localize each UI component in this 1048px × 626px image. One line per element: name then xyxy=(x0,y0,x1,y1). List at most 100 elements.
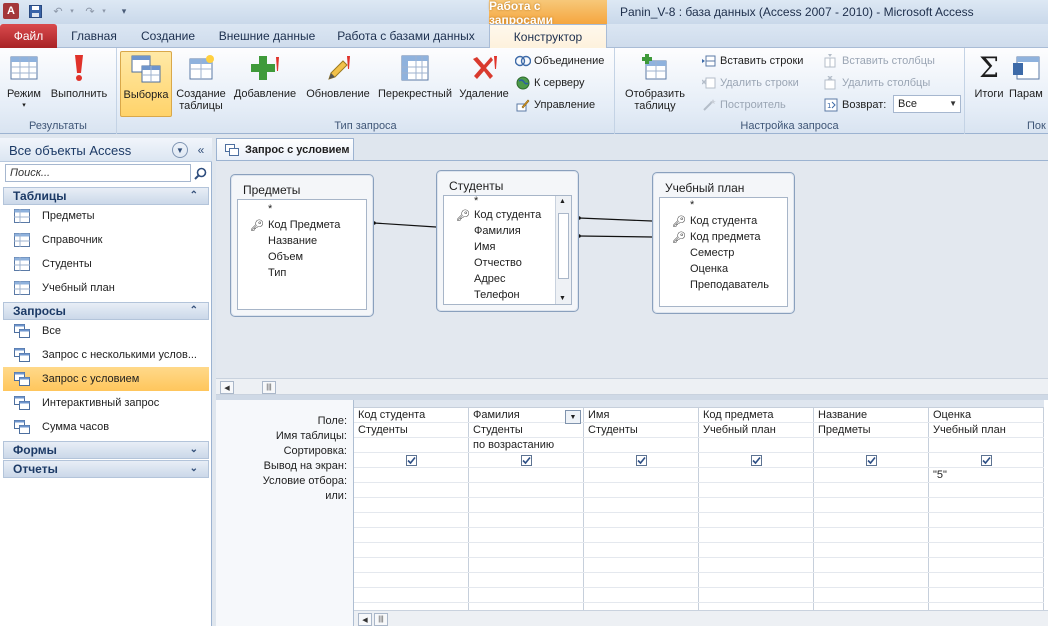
grid-cell-sort[interactable] xyxy=(584,438,699,453)
nav-item-table-studenty[interactable]: Студенты xyxy=(3,252,209,276)
nav-collapse-icon[interactable]: « xyxy=(193,142,209,158)
field-item[interactable]: Телефон xyxy=(474,287,520,303)
grid-cell-field[interactable]: Название xyxy=(814,408,929,423)
grid-cell-show[interactable] xyxy=(814,453,929,468)
pass-through-button[interactable]: К серверу xyxy=(515,73,585,93)
nav-search-input[interactable]: Поиск... xyxy=(5,164,191,182)
grid-cell-empty[interactable] xyxy=(929,513,1044,528)
field-dropdown-button[interactable]: ▼ xyxy=(565,410,581,424)
grid-cell-empty[interactable] xyxy=(929,543,1044,558)
tab-file[interactable]: Файл xyxy=(0,24,57,48)
grid-cell-empty[interactable] xyxy=(469,513,584,528)
grid-cell-sort[interactable] xyxy=(699,438,814,453)
append-query-button[interactable]: Добавление xyxy=(230,51,300,117)
field-item[interactable]: Отчество xyxy=(474,255,522,271)
grid-cell-table[interactable]: Учебный план xyxy=(699,423,814,438)
crosstab-query-button[interactable]: Перекрестный xyxy=(375,51,455,117)
grid-cell-empty[interactable] xyxy=(469,558,584,573)
grid-cell-empty[interactable] xyxy=(354,528,469,543)
grid-cell-empty[interactable] xyxy=(699,573,814,588)
nav-section-reports[interactable]: Отчеты ⌄ xyxy=(3,460,209,478)
insert-columns-button[interactable]: Вставить столбцы xyxy=(823,51,935,71)
delete-columns-button[interactable]: Удалить столбцы xyxy=(823,73,930,93)
column-selector[interactable] xyxy=(699,400,814,408)
field-item[interactable]: Тип xyxy=(268,265,286,281)
grid-cell-empty[interactable] xyxy=(929,573,1044,588)
grid-cell-table[interactable]: Студенты xyxy=(354,423,469,438)
column-selector[interactable] xyxy=(469,400,584,408)
field-item[interactable]: Адрес xyxy=(474,271,506,287)
grid-cell-empty[interactable] xyxy=(584,588,699,603)
nav-section-tables[interactable]: Таблицы ⌃ xyxy=(3,187,209,205)
field-item[interactable]: * xyxy=(268,201,272,217)
nav-item-query-condition[interactable]: Запрос с условием xyxy=(3,367,209,391)
grid-cell-empty[interactable] xyxy=(584,543,699,558)
data-definition-button[interactable]: Управление xyxy=(515,95,595,115)
field-item[interactable]: 🔑︎ Код Предмета xyxy=(250,217,340,233)
grid-cell-empty[interactable] xyxy=(584,513,699,528)
grid-cell-empty[interactable] xyxy=(469,588,584,603)
nav-item-table-predmety[interactable]: Предметы xyxy=(3,204,209,228)
grid-cell-show[interactable] xyxy=(584,453,699,468)
show-checkbox[interactable] xyxy=(751,454,762,466)
return-select[interactable]: Все ▼ xyxy=(893,95,961,113)
grid-cell-empty[interactable] xyxy=(699,543,814,558)
grid-cell-empty[interactable] xyxy=(814,498,929,513)
designer-horizontal-scrollbar[interactable]: ◀ ||| xyxy=(216,378,1048,395)
grid-cell-empty[interactable] xyxy=(584,573,699,588)
grid-cell-empty[interactable] xyxy=(929,588,1044,603)
column-selector[interactable] xyxy=(354,400,469,408)
grid-cell-empty[interactable] xyxy=(354,498,469,513)
scroll-thumb[interactable]: ||| xyxy=(374,613,388,626)
grid-cell-criteria[interactable] xyxy=(469,468,584,483)
customize-qat-icon[interactable]: ▾ xyxy=(116,3,132,19)
grid-cell-empty[interactable] xyxy=(814,588,929,603)
nav-item-query-interactive[interactable]: Интерактивный запрос xyxy=(3,391,209,415)
show-checkbox[interactable] xyxy=(636,454,647,466)
grid-cell-field[interactable]: Код студента xyxy=(354,408,469,423)
grid-cell-criteria[interactable] xyxy=(354,468,469,483)
tab-create[interactable]: Создание xyxy=(134,24,202,48)
field-item[interactable]: Объем xyxy=(268,249,303,265)
grid-cell-show[interactable] xyxy=(354,453,469,468)
field-list-studenty[interactable]: Студенты * 🔑︎ Код студента Фамилия Имя От… xyxy=(436,170,579,312)
grid-cell-table[interactable]: Студенты xyxy=(584,423,699,438)
grid-cell-show[interactable] xyxy=(929,453,1044,468)
grid-cell-empty[interactable] xyxy=(354,543,469,558)
grid-cell-empty[interactable] xyxy=(584,498,699,513)
document-tab[interactable]: Запрос с условием xyxy=(216,138,354,161)
column-selector[interactable] xyxy=(929,400,1044,408)
nav-item-table-spravochnik[interactable]: Справочник xyxy=(3,228,209,252)
field-item[interactable]: 🔑︎ Код студента xyxy=(456,207,541,223)
grid-cell-empty[interactable] xyxy=(814,543,929,558)
grid-cell-empty[interactable] xyxy=(469,543,584,558)
grid-cell-empty[interactable] xyxy=(469,528,584,543)
select-query-button[interactable]: Выборка xyxy=(120,51,172,117)
delete-query-button[interactable]: Удаление xyxy=(456,51,512,117)
tab-home[interactable]: Главная xyxy=(66,24,122,48)
update-query-button[interactable]: Обновление xyxy=(302,51,374,117)
undo-dropdown-icon[interactable]: ▾ xyxy=(64,3,80,19)
redo-dropdown-icon[interactable]: ▾ xyxy=(96,3,112,19)
grid-cell-or[interactable] xyxy=(469,483,584,498)
column-selector[interactable] xyxy=(814,400,929,408)
grid-cell-empty[interactable] xyxy=(354,588,469,603)
grid-cell-field[interactable]: Оценка xyxy=(929,408,1044,423)
grid-cell-show[interactable] xyxy=(469,453,584,468)
field-item[interactable]: Оценка xyxy=(690,261,728,277)
show-checkbox[interactable] xyxy=(981,454,992,466)
scroll-thumb[interactable] xyxy=(558,213,569,279)
field-list-predmety[interactable]: Предметы * 🔑︎ Код Предмета Название Объем… xyxy=(230,174,374,317)
show-checkbox[interactable] xyxy=(406,454,417,466)
tab-external-data[interactable]: Внешние данные xyxy=(214,24,320,48)
grid-cell-empty[interactable] xyxy=(354,558,469,573)
grid-cell-empty[interactable] xyxy=(699,588,814,603)
save-icon[interactable] xyxy=(27,3,43,19)
grid-cell-empty[interactable] xyxy=(469,573,584,588)
scroll-left-icon[interactable]: ◀ xyxy=(220,381,234,394)
access-logo-icon[interactable]: A xyxy=(3,3,19,19)
scroll-down-icon[interactable]: ▼ xyxy=(559,295,566,302)
insert-rows-button[interactable]: Вставить строки xyxy=(701,51,803,71)
grid-cell-or[interactable] xyxy=(584,483,699,498)
field-item[interactable]: Имя xyxy=(474,239,495,255)
